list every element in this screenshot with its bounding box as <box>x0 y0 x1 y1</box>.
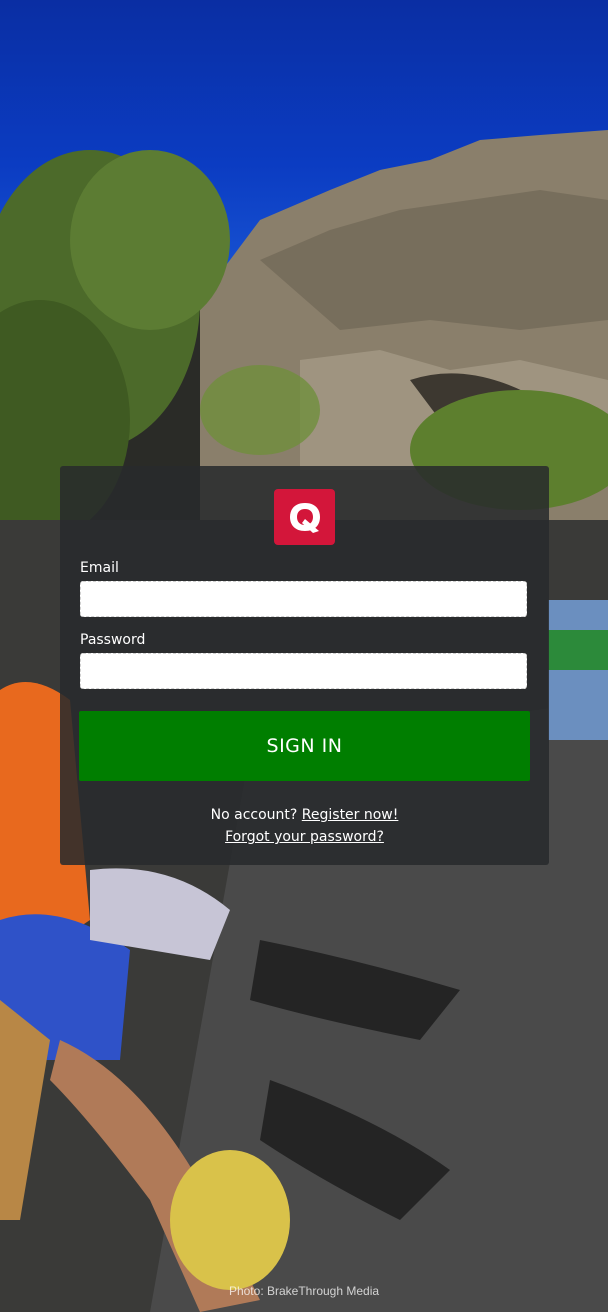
email-field[interactable] <box>80 581 527 617</box>
no-account-text: No account? <box>210 807 298 823</box>
password-label: Password <box>80 632 146 648</box>
forgot-password-link[interactable]: Forgot your password? <box>225 829 384 845</box>
sign-in-button[interactable]: SIGN IN <box>79 711 530 781</box>
login-panel: Email Password SIGN IN No account? Regis… <box>60 466 549 865</box>
account-links: No account? Register now! Forgot your pa… <box>60 804 549 848</box>
register-link[interactable]: Register now! <box>302 807 399 823</box>
email-label: Email <box>80 560 119 576</box>
photo-credit: Photo: BrakeThrough Media <box>228 1284 380 1298</box>
q-logo-icon <box>274 489 335 545</box>
password-field[interactable] <box>80 653 527 689</box>
